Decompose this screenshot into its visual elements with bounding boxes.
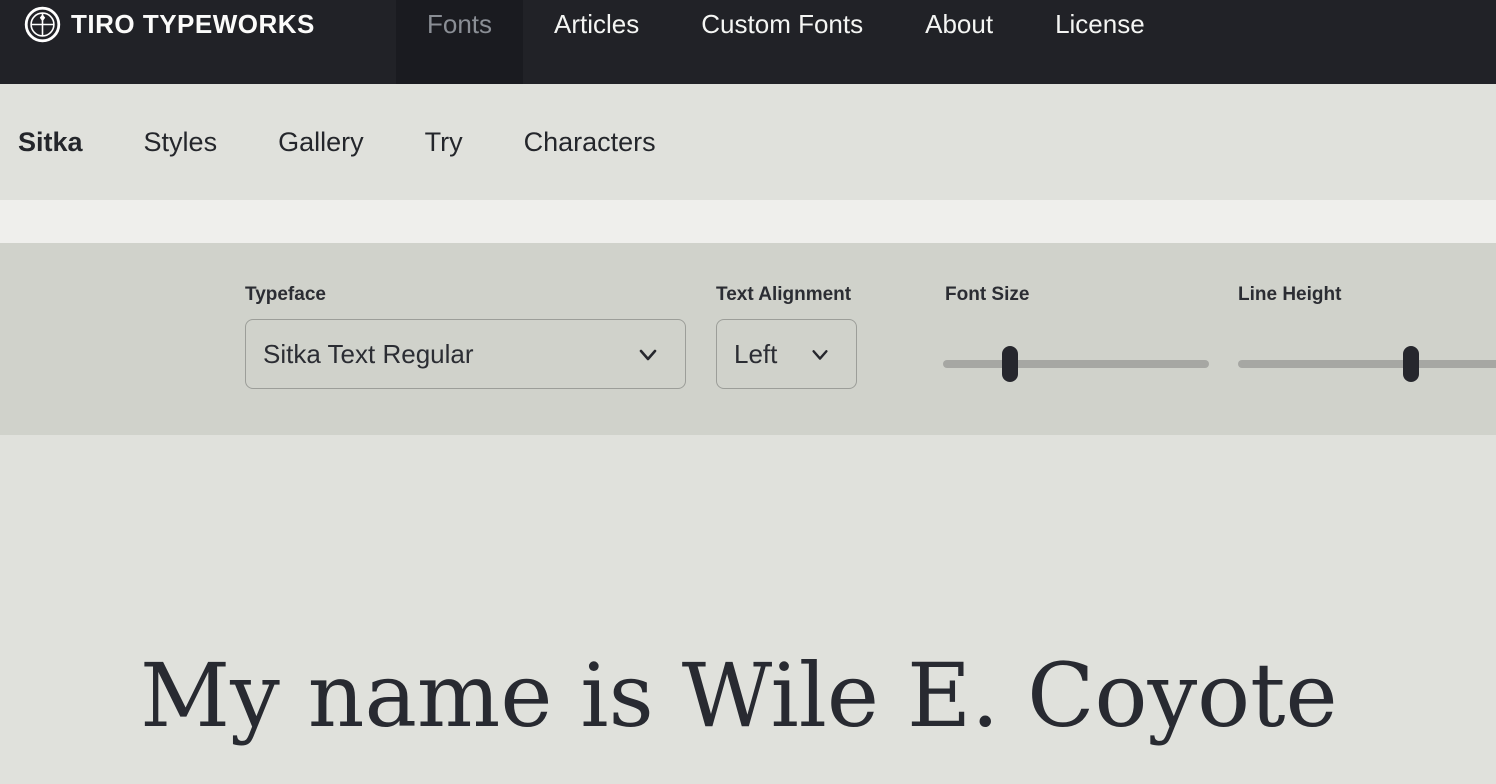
font-subnav: Sitka Styles Gallery Try Characters bbox=[0, 84, 1496, 200]
nav-item-custom-fonts[interactable]: Custom Fonts bbox=[670, 0, 894, 84]
line-height-control-group: Line Height bbox=[1238, 283, 1496, 389]
sample-text[interactable]: My name is Wile E. Coyote bbox=[140, 648, 1496, 745]
line-height-slider-thumb[interactable] bbox=[1403, 346, 1419, 382]
chevron-down-icon bbox=[809, 343, 831, 365]
alignment-select[interactable]: Left bbox=[716, 319, 857, 389]
nav-item-articles[interactable]: Articles bbox=[523, 0, 670, 84]
font-size-slider[interactable] bbox=[943, 319, 1209, 389]
typeface-label: Typeface bbox=[245, 283, 686, 307]
typeface-control-group: Typeface Sitka Text Regular bbox=[245, 283, 686, 389]
chevron-down-icon bbox=[636, 342, 660, 366]
typeface-select[interactable]: Sitka Text Regular bbox=[245, 319, 686, 389]
alignment-selected-value: Left bbox=[734, 339, 777, 370]
font-size-slider-track bbox=[943, 360, 1209, 368]
line-height-label: Line Height bbox=[1238, 283, 1496, 307]
subnav-item-sitka[interactable]: Sitka bbox=[18, 127, 83, 158]
separator-band bbox=[0, 200, 1496, 243]
typeface-selected-value: Sitka Text Regular bbox=[263, 339, 474, 370]
top-header: TIRO TYPEWORKS Fonts Articles Custom Fon… bbox=[0, 0, 1496, 84]
line-height-slider-track bbox=[1238, 360, 1496, 368]
type-preview-area: My name is Wile E. Coyote bbox=[0, 435, 1496, 784]
subnav-item-styles[interactable]: Styles bbox=[144, 127, 218, 158]
font-size-control-group: Font Size bbox=[943, 283, 1209, 389]
line-height-slider[interactable] bbox=[1238, 319, 1496, 389]
alignment-label: Text Alignment bbox=[716, 283, 857, 307]
logo-wordmark: TIRO TYPEWORKS bbox=[71, 9, 315, 40]
tiro-orb-logo-icon bbox=[24, 6, 61, 43]
nav-item-about[interactable]: About bbox=[894, 0, 1024, 84]
subnav-item-try[interactable]: Try bbox=[425, 127, 463, 158]
type-tester-controls: Typeface Sitka Text Regular Text Alignme… bbox=[0, 243, 1496, 435]
nav-item-fonts[interactable]: Fonts bbox=[396, 0, 523, 84]
font-size-slider-thumb[interactable] bbox=[1002, 346, 1018, 382]
nav-item-license[interactable]: License bbox=[1024, 0, 1176, 84]
site-logo[interactable]: TIRO TYPEWORKS bbox=[24, 0, 315, 48]
subnav-item-characters[interactable]: Characters bbox=[524, 127, 656, 158]
alignment-control-group: Text Alignment Left bbox=[716, 283, 857, 389]
font-size-label: Font Size bbox=[943, 283, 1209, 307]
subnav-item-gallery[interactable]: Gallery bbox=[278, 127, 364, 158]
primary-nav: Fonts Articles Custom Fonts About Licens… bbox=[396, 0, 1176, 84]
